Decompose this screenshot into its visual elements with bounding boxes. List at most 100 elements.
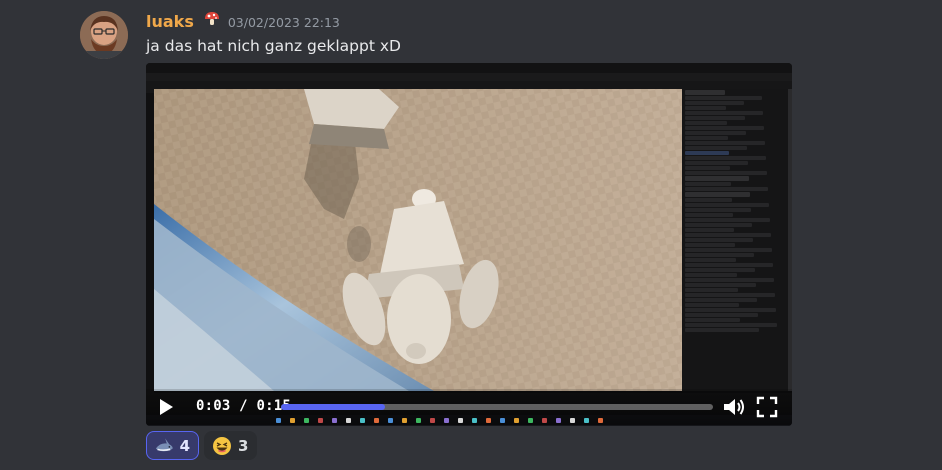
editor-title-bar [146,63,792,73]
editor-panel-row [685,298,757,302]
editor-panel-row [685,233,771,237]
editor-panel-row [685,238,753,242]
taskbar-app-icon [514,418,519,423]
username[interactable]: luaks [146,12,194,31]
editor-panel-row [685,258,736,262]
editor-panel-row [685,318,740,322]
current-time: 0:03 [196,398,231,414]
editor-panel-row [685,141,765,145]
fullscreen-icon [756,396,778,418]
taskbar-app-icon [304,418,309,423]
taskbar-app-icon [388,418,393,423]
taskbar-app-icon [332,418,337,423]
message-header: luaks 03/02/2023 22:13 [146,11,340,33]
editor-panel-row [685,126,764,130]
message-text: ja das hat nich ganz geklappt xD [146,37,401,55]
play-icon [160,399,173,415]
taskbar-app-icon [374,418,379,423]
shark-icon [155,437,173,451]
editor-panel-row [685,308,776,312]
editor-panel-row [685,243,735,247]
editor-panel-row [685,228,734,232]
taskbar-app-icon [346,418,351,423]
time-separator: / [239,398,248,414]
editor-panel-row [685,223,752,227]
editor-panel-row [685,176,749,181]
reaction-count: 3 [238,436,249,455]
editor-panel-row [685,96,762,100]
editor-panel-row [685,182,731,186]
editor-outliner-panel [682,89,788,391]
editor-left-strip [146,93,154,393]
taskbar-app-icon [318,418,323,423]
editor-panel-row [685,187,768,191]
taskbar-app-icon [276,418,281,423]
editor-panel-row [685,101,744,105]
laughing-icon [213,436,231,455]
video-progress-fill [281,404,385,410]
taskbar-app-icon [290,418,295,423]
editor-panel-row [685,156,766,160]
editor-panel-row [685,198,732,202]
editor-panel-row [685,111,763,115]
reaction-count: 4 [179,436,190,455]
editor-panel-row [685,248,772,252]
reaction-shark[interactable]: 4 [146,431,199,460]
volume-button[interactable] [722,396,746,418]
video-player[interactable]: 0:03 / 0:15 [146,63,792,426]
editor-panel-row [685,273,737,277]
editor-panel-row [685,161,748,165]
taskbar-app-icon [402,418,407,423]
taskbar-app-icon [430,418,435,423]
taskbar-app-icon [416,418,421,423]
taskbar-app-icon [528,418,533,423]
play-button[interactable] [156,397,176,417]
editor-scrollbar [788,89,792,391]
editor-panel-row [685,303,739,307]
taskbar-app-icon [486,418,491,423]
editor-panel-row [685,90,725,95]
avatar[interactable] [80,11,128,59]
editor-panel-row [685,136,728,140]
taskbar-app-icon [458,418,463,423]
editor-panel-row [685,131,746,135]
editor-panel-row [685,203,769,207]
editor-panel-row [685,263,773,267]
editor-panel-row [685,283,756,287]
taskbar-app-icon [472,418,477,423]
editor-panel-row [685,116,745,120]
taskbar-app-icon [598,418,603,423]
taskbar-app-icon [444,418,449,423]
mushroom-icon [204,11,220,31]
editor-tab-bar [146,73,792,81]
editor-panel-row [685,146,747,150]
reaction-laughing[interactable]: 3 [204,431,257,460]
editor-panel-row [685,208,751,212]
timestamp: 03/02/2023 22:13 [227,15,340,30]
editor-panel-row [685,313,758,317]
video-frame [154,89,682,391]
fullscreen-button[interactable] [756,396,778,418]
editor-panel-row [685,328,759,332]
video-time: 0:03 / 0:15 [196,398,291,414]
editor-panel-row [685,151,729,155]
taskbar-app-icon [556,418,561,423]
taskbar-app-icon [570,418,575,423]
editor-panel-row [685,166,730,170]
editor-panel-row [685,121,727,125]
taskbar-app-icon [584,418,589,423]
video-controls: 0:03 / 0:15 [146,389,792,425]
video-progress-bar[interactable] [281,404,713,410]
editor-panel-row [685,293,775,297]
editor-panel-row [685,288,738,292]
volume-icon [724,399,744,415]
editor-panel-row [685,268,755,272]
taskbar-app-icon [360,418,365,423]
editor-panel-row [685,218,770,222]
editor-panel-row [685,253,754,257]
editor-panel-row [685,278,774,282]
editor-panel-row [685,171,767,175]
editor-panel-row [685,323,777,327]
taskbar-app-icon [500,418,505,423]
editor-panel-row [685,192,750,197]
